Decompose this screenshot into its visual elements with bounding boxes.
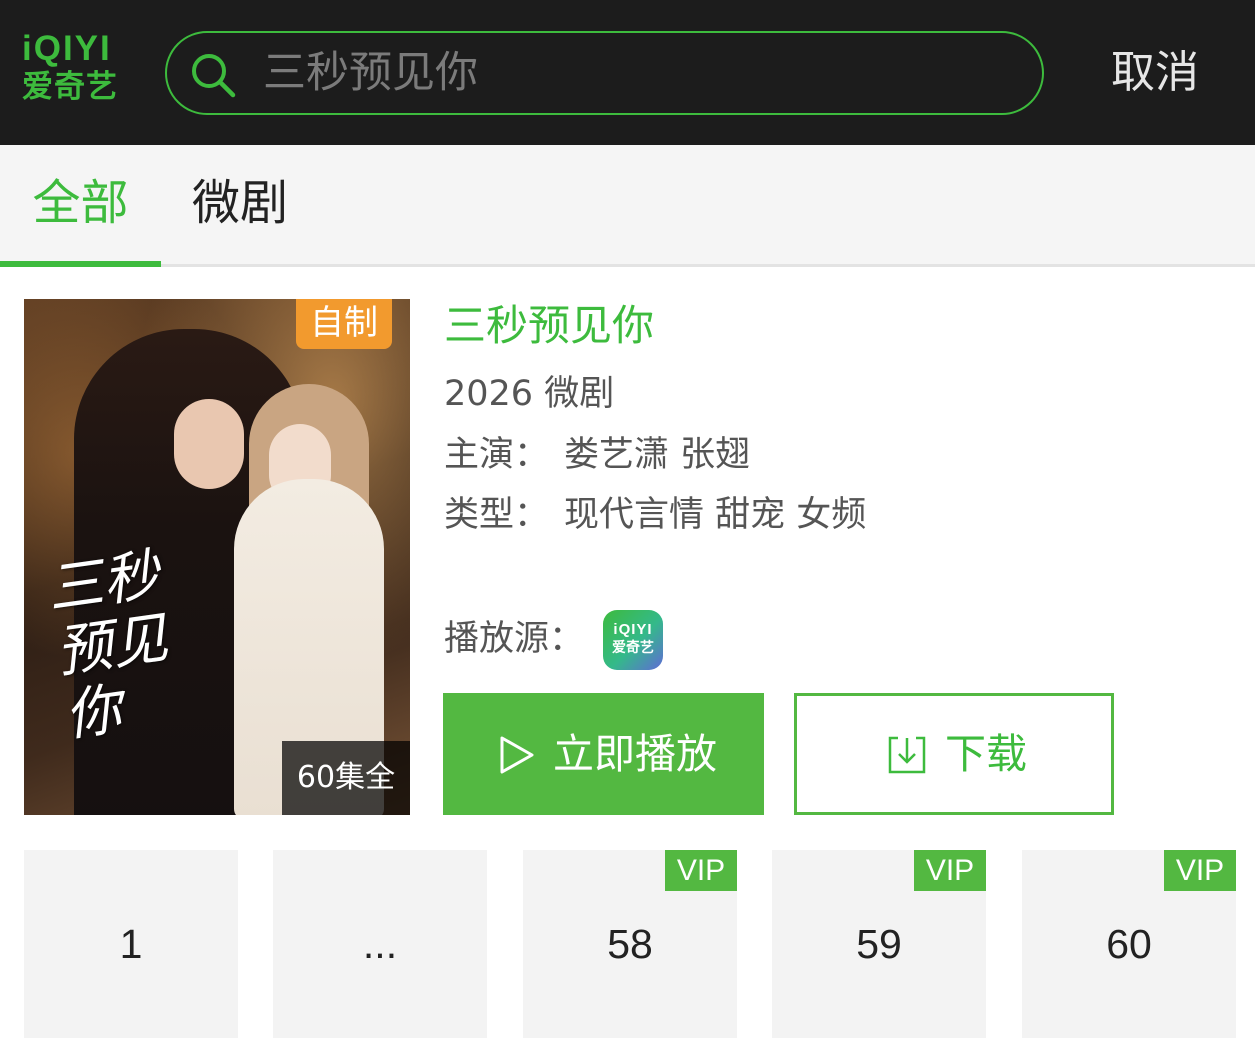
- episode-count-badge: 60集全: [282, 741, 410, 815]
- iqiyi-logo[interactable]: iQIYI 爱奇艺: [22, 30, 128, 110]
- cancel-button[interactable]: 取消: [1100, 40, 1210, 106]
- poster-image[interactable]: 三秒预见你 自制 60集全: [24, 299, 410, 815]
- download-icon: [888, 736, 926, 774]
- vip-badge: VIP: [665, 850, 737, 891]
- episode-tile-1[interactable]: 1: [24, 850, 238, 1038]
- vip-badge: VIP: [914, 850, 986, 891]
- episode-number: ...: [362, 921, 398, 967]
- episode-tile-58[interactable]: 58 VIP: [523, 850, 737, 1038]
- logo-text-en: iQIYI: [22, 29, 112, 68]
- play-now-button[interactable]: 立即播放: [443, 693, 764, 815]
- episode-tile-59[interactable]: 59 VIP: [772, 850, 986, 1038]
- search-query[interactable]: 三秒预见你: [263, 33, 478, 113]
- play-now-label: 立即播放: [553, 730, 717, 778]
- logo-text-cn: 爱奇艺: [22, 69, 118, 105]
- result-title[interactable]: 三秒预见你: [444, 298, 654, 354]
- poster-face-man: [174, 399, 244, 489]
- genre-label: 类型：: [444, 495, 550, 535]
- source-logo-en: iQIYI: [613, 621, 653, 638]
- genre-value: 现代言情 甜宠 女频: [564, 495, 867, 535]
- play-icon: [500, 736, 534, 774]
- filter-tabs: 全部 微剧: [0, 145, 1255, 267]
- search-input[interactable]: 三秒预见你: [165, 31, 1044, 115]
- cast-label: 主演：: [444, 435, 550, 475]
- download-button[interactable]: 下载: [794, 693, 1114, 815]
- source-label: 播放源：: [444, 619, 585, 659]
- episode-tile-60[interactable]: 60 VIP: [1022, 850, 1236, 1038]
- cast-value: 娄艺潇 张翅: [564, 435, 751, 475]
- poster-calligraphy-title: 三秒预见你: [43, 542, 172, 750]
- search-icon: [192, 54, 236, 98]
- source-iqiyi-icon[interactable]: iQIYI 爱奇艺: [603, 610, 663, 670]
- episode-tile-more[interactable]: ...: [273, 850, 487, 1038]
- original-badge: 自制: [296, 299, 392, 349]
- genre-row: 类型： 现代言情 甜宠 女频: [444, 493, 866, 537]
- download-label: 下载: [945, 730, 1027, 778]
- source-logo-cn: 爱奇艺: [612, 640, 654, 656]
- tab-micro-drama[interactable]: 微剧: [175, 145, 305, 264]
- vip-badge: VIP: [1164, 850, 1236, 891]
- year-type: 2026 微剧: [444, 374, 615, 414]
- top-bar: iQIYI 爱奇艺 三秒预见你 取消: [0, 0, 1255, 145]
- cast-row: 主演： 娄艺潇 张翅: [444, 433, 750, 477]
- episode-number: 1: [119, 921, 143, 967]
- tab-all[interactable]: 全部: [0, 145, 161, 267]
